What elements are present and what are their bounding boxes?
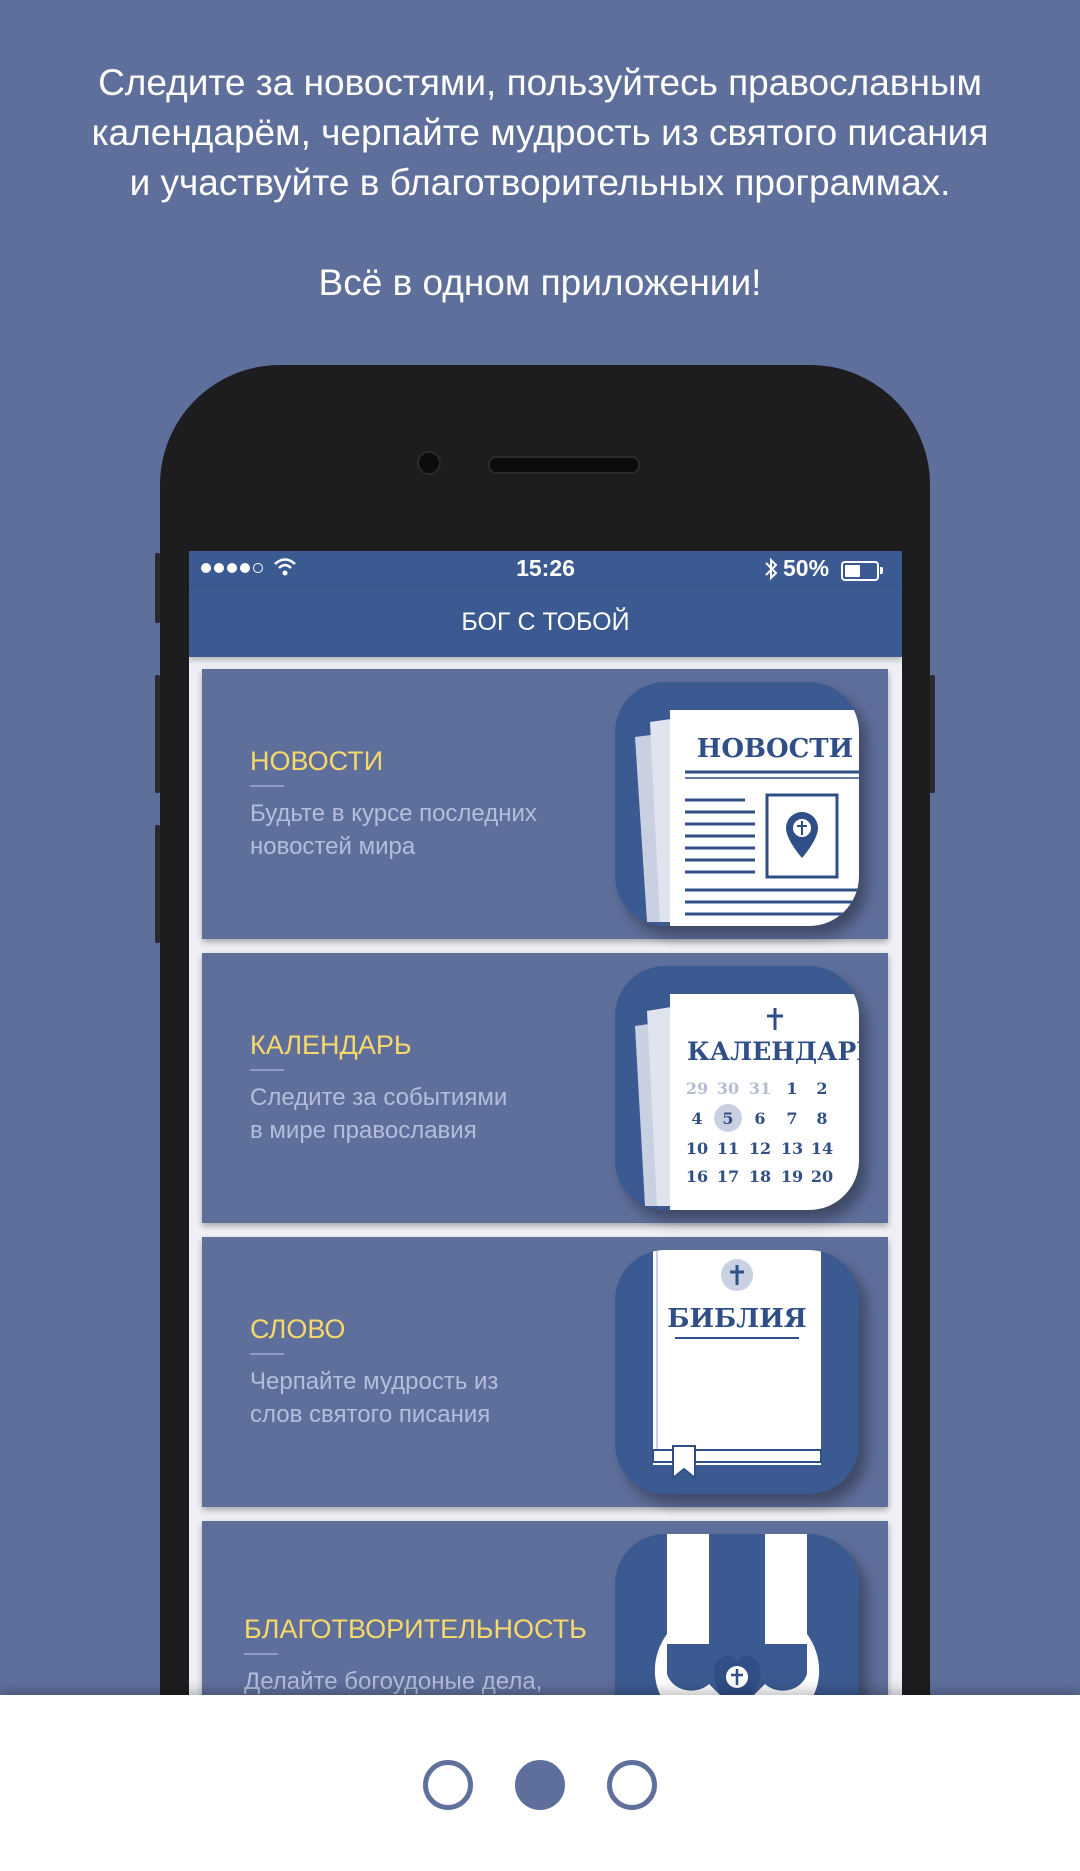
card-title: НОВОСТИ [250,746,590,787]
news-card[interactable]: НОВОСТИ Будьте в курсе последних новосте… [202,669,888,939]
calendar-day: 14 [811,1139,833,1158]
page-dot-2[interactable] [515,1760,565,1810]
bible-icon: БИБЛИЯ [615,1250,859,1494]
app-title: БОГ С ТОБОЙ [461,607,630,636]
calendar-day: 17 [717,1167,739,1186]
calendar-card[interactable]: КАЛЕНДАРЬ Следите за событиями в мире пр… [202,953,888,1223]
card-desc: Следите за событиями в мире православия [250,1083,508,1144]
calendar-day: 8 [816,1109,827,1128]
page-dot-1[interactable] [423,1760,473,1810]
promo-line-3: и участвуйте в благотворительных програм… [129,162,951,203]
calendar-day: 30 [717,1079,739,1098]
volume-up-button [155,675,160,793]
phone-screen: 15:26 50% БОГ С ТОБОЙ НОВОСТИ Будьте в к… [189,551,902,1785]
svg-text:БИБЛИЯ: БИБЛИЯ [667,1304,806,1334]
calendar-day: 2 [816,1079,827,1098]
calendar-icon: КАЛЕНДАРЬ 29 30 31 1 2 4 5 6 7 8 10 11 12 13 14 16 17 18 1… [615,966,859,1210]
calendar-day: 13 [781,1139,803,1158]
promo-line-2: календарём, черпайте мудрость из святого… [91,112,989,153]
calendar-day: 29 [686,1079,708,1098]
newspaper-icon: НОВОСТИ [615,682,859,926]
card-desc: Будьте в курсе последних новостей мира [250,799,537,860]
calendar-day: 5 [722,1109,733,1128]
pager-footer [0,1695,1080,1871]
calendar-day: 12 [749,1139,771,1158]
battery-percent: 50% [783,555,830,581]
calendar-day: 4 [691,1109,702,1128]
volume-down-button [155,825,160,943]
calendar-day: 10 [686,1139,708,1158]
mute-switch [155,553,160,623]
calendar-day: 18 [749,1167,771,1186]
power-button [930,675,935,793]
front-camera [417,451,441,475]
status-bar: 15:26 50% [189,551,902,587]
earpiece-speaker [488,456,640,474]
page-indicator [0,1760,1080,1810]
card-desc: Черпайте мудрость из слов святого писани… [250,1367,499,1428]
calendar-day: 11 [717,1139,739,1158]
nav-bar: БОГ С ТОБОЙ [189,587,902,657]
promo-tagline: Всё в одном приложении! [318,262,762,303]
card-title: СЛОВО [250,1314,590,1355]
battery-icon [841,561,883,581]
page-dot-3[interactable] [607,1760,657,1810]
calendar-day: 20 [811,1167,833,1186]
word-card[interactable]: СЛОВО Черпайте мудрость из слов святого … [202,1237,888,1507]
calendar-day: 31 [749,1079,771,1098]
card-title: КАЛЕНДАРЬ [250,1030,590,1071]
svg-text:НОВОСТИ: НОВОСТИ [697,734,853,764]
calendar-day: 6 [754,1109,765,1128]
calendar-day: 7 [786,1109,797,1128]
promo-line-1: Следите за новостями, пользуйтесь правос… [98,62,982,103]
calendar-day: 1 [786,1079,797,1098]
calendar-day: 19 [781,1167,803,1186]
card-title: БЛАГОТВОРИТЕЛЬНОСТЬ [244,1614,624,1655]
calendar-day: 16 [686,1167,708,1186]
phone-mockup: 15:26 50% БОГ С ТОБОЙ НОВОСТИ Будьте в к… [155,365,935,1785]
promo-text: Следите за новостями, пользуйтесь правос… [0,58,1080,308]
card-desc: Делайте богоудоные дела, [244,1668,543,1695]
bluetooth-icon [765,557,778,581]
svg-text:КАЛЕНДАРЬ: КАЛЕНДАРЬ [687,1037,859,1066]
